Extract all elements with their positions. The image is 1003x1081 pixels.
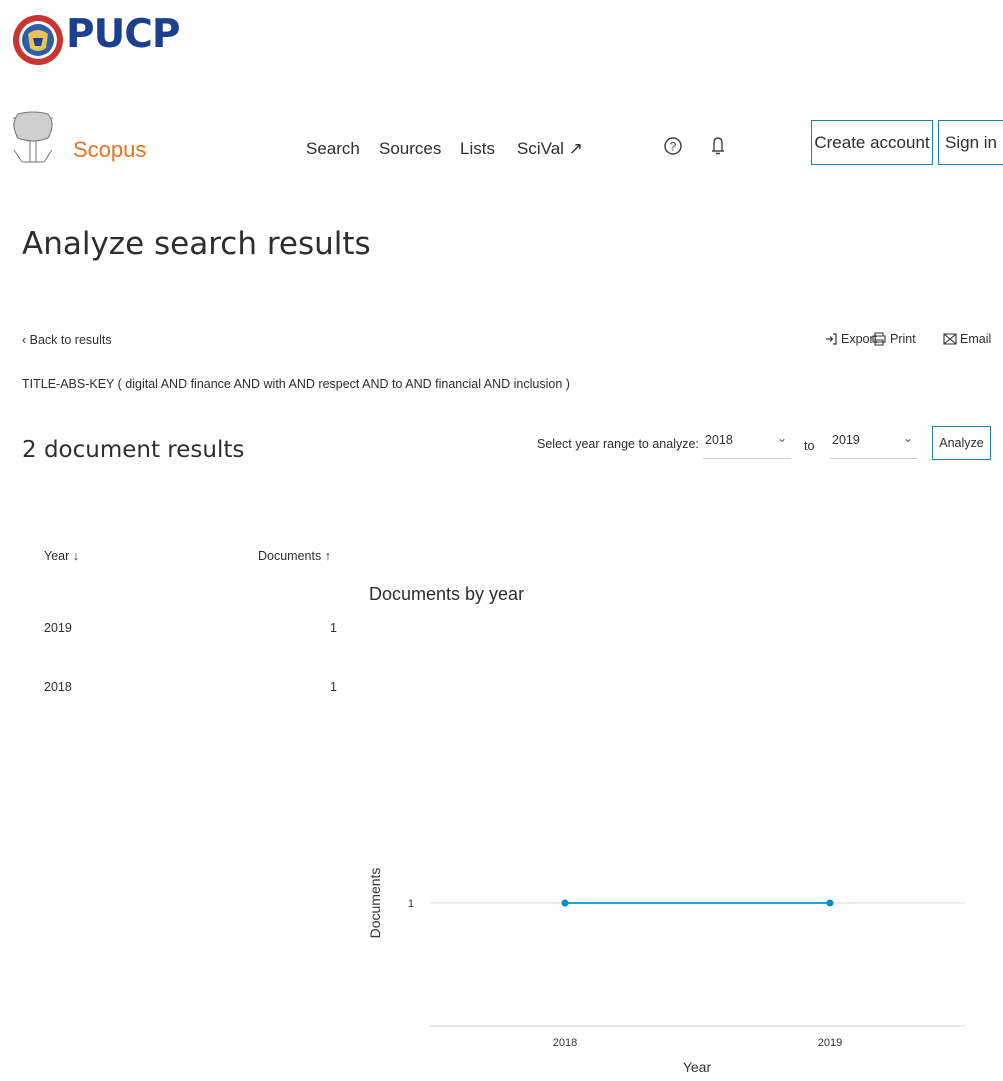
chevron-down-icon: ⌄ xyxy=(902,431,913,445)
email-button[interactable]: Email xyxy=(943,332,991,346)
to-label: to xyxy=(804,439,815,453)
y-axis-label: Documents xyxy=(367,868,383,939)
result-count: 2 document results xyxy=(22,437,245,463)
table-row-docs: 1 xyxy=(330,621,337,635)
export-icon xyxy=(826,333,837,345)
nav-scival[interactable]: SciVal ↗ xyxy=(517,139,583,159)
nav-sources[interactable]: Sources xyxy=(379,139,441,159)
table-row-year: 2019 xyxy=(44,621,72,635)
chevron-down-icon: ⌄ xyxy=(776,431,787,445)
search-query: TITLE-ABS-KEY ( digital AND finance AND … xyxy=(22,377,570,391)
x-tick-label: 2018 xyxy=(553,1037,577,1049)
elsevier-tree-icon xyxy=(13,111,53,163)
page-title: Analyze search results xyxy=(22,226,371,262)
y-tick-label: 1 xyxy=(408,898,414,910)
table-row-year: 2018 xyxy=(44,680,72,694)
nav-search[interactable]: Search xyxy=(306,139,360,159)
x-axis-label: Year xyxy=(683,1059,712,1075)
x-tick-label: 2019 xyxy=(818,1037,842,1049)
column-header-year[interactable]: Year ↓ xyxy=(44,549,79,563)
help-icon[interactable]: ? xyxy=(661,134,685,158)
email-label: Email xyxy=(960,332,992,346)
elsevier-logo[interactable] xyxy=(8,110,58,166)
analyze-button[interactable]: Analyze xyxy=(932,426,991,460)
chart-title: Documents by year xyxy=(369,584,525,604)
year-to-value: 2019 xyxy=(832,433,860,447)
column-header-documents[interactable]: Documents ↑ xyxy=(258,549,331,563)
data-point[interactable] xyxy=(561,899,569,907)
scopus-logo-text[interactable]: Scopus xyxy=(73,137,146,163)
table-row-docs: 1 xyxy=(330,680,337,694)
year-range-label: Select year range to analyze: xyxy=(537,437,699,451)
institution-name: PUCP xyxy=(66,12,180,57)
create-account-button[interactable]: Create account xyxy=(811,120,933,165)
print-label: Print xyxy=(890,332,916,346)
year-to-select[interactable]: 2019 ⌄ xyxy=(830,431,917,459)
print-icon xyxy=(872,332,886,346)
export-button[interactable]: Export xyxy=(824,332,877,346)
data-point[interactable] xyxy=(826,899,834,907)
sign-in-button[interactable]: Sign in xyxy=(938,120,1003,165)
documents-by-year-chart: 1 2018 2019 Year Documents xyxy=(367,868,965,1075)
year-from-select[interactable]: 2018 ⌄ xyxy=(703,431,791,459)
pucp-seal-icon xyxy=(13,15,63,65)
back-to-results-link[interactable]: ‹ Back to results xyxy=(22,333,112,347)
email-icon xyxy=(943,333,957,345)
nav-lists[interactable]: Lists xyxy=(460,139,495,159)
print-button[interactable]: Print xyxy=(871,332,916,346)
svg-text:?: ? xyxy=(670,140,677,154)
notification-bell-icon[interactable] xyxy=(706,134,730,158)
year-from-value: 2018 xyxy=(705,433,733,447)
